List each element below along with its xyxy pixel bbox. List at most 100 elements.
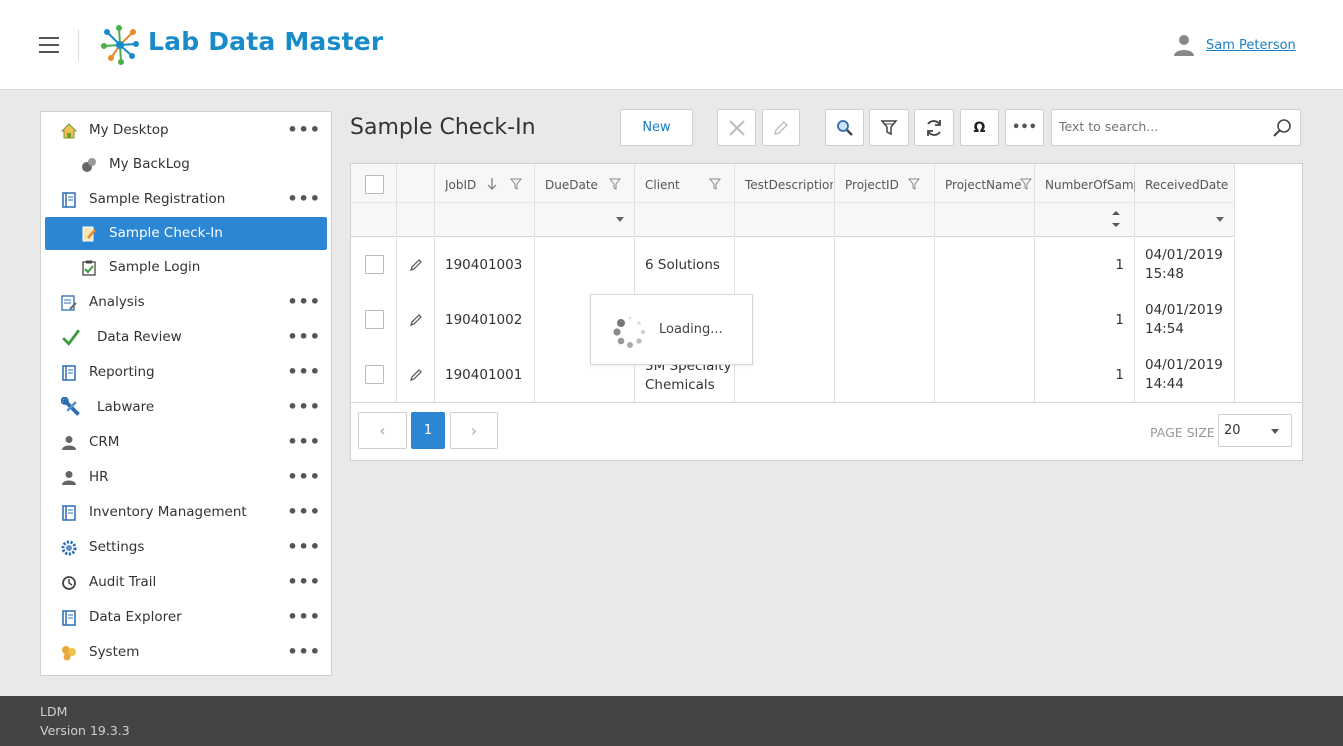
table-row[interactable]: 190401001 3M Specialty Chemicals 1 04/01… xyxy=(351,348,1235,403)
search-box xyxy=(1051,109,1301,146)
current-page-button[interactable]: 1 xyxy=(411,412,445,449)
filter-icon xyxy=(880,119,898,135)
sidebar-item-data-review[interactable]: Data Review ••• xyxy=(45,321,327,354)
more-actions-button[interactable]: ••• xyxy=(1005,109,1044,146)
special-chars-button[interactable]: Ω xyxy=(960,109,999,146)
sidebar-item-system[interactable]: System ••• xyxy=(45,636,327,669)
table-row[interactable]: 190401002 1 04/01/2019 14:54 xyxy=(351,293,1235,348)
table-row[interactable]: 190401003 6 Solutions 1 04/01/2019 15:48 xyxy=(351,238,1235,293)
sidebar-item-audit-trail[interactable]: Audit Trail ••• xyxy=(45,566,327,599)
column-label: DueDate xyxy=(545,178,598,192)
close-icon xyxy=(728,119,745,136)
user-name-link[interactable]: Sam Peterson xyxy=(1206,38,1296,53)
sidebar-item-label: HR xyxy=(89,469,109,485)
column-header-jobid[interactable]: JobID xyxy=(435,164,535,237)
select-all-column xyxy=(351,164,397,237)
sort-desc-icon[interactable] xyxy=(486,178,498,190)
magnifier-icon xyxy=(836,119,853,136)
received-time-cell: 14:54 xyxy=(1145,321,1184,337)
filter-row-divider xyxy=(1035,202,1134,203)
column-header-client[interactable]: Client xyxy=(635,164,735,237)
column-filter-icon[interactable] xyxy=(510,178,522,190)
more-menu-icon[interactable]: ••• xyxy=(287,397,321,416)
column-header-testdescription[interactable]: TestDescription xyxy=(735,164,835,237)
column-filter-icon[interactable] xyxy=(1020,178,1032,190)
app-footer: LDM Version 19.3.3 xyxy=(0,696,1343,746)
row-checkbox[interactable] xyxy=(365,365,384,384)
row-checkbox[interactable] xyxy=(365,310,384,329)
sidebar-item-sample-login[interactable]: Sample Login xyxy=(45,251,327,284)
column-filter-icon[interactable] xyxy=(908,178,920,190)
sidebar-item-my-desktop[interactable]: My Desktop ••• xyxy=(45,114,327,147)
date-filter-dropdown-icon[interactable] xyxy=(616,217,624,222)
column-header-duedate[interactable]: DueDate xyxy=(535,164,635,237)
sidebar-item-crm[interactable]: CRM ••• xyxy=(45,426,327,459)
clipboard-check-icon xyxy=(82,260,96,276)
more-menu-icon[interactable]: ••• xyxy=(287,642,321,661)
more-menu-icon[interactable]: ••• xyxy=(287,120,321,139)
row-checkbox[interactable] xyxy=(365,255,384,274)
column-header-projectid[interactable]: ProjectID xyxy=(835,164,935,237)
more-menu-icon[interactable]: ••• xyxy=(287,467,321,486)
new-button[interactable]: New xyxy=(620,109,693,146)
column-filter-icon[interactable] xyxy=(709,178,721,190)
select-all-checkbox[interactable] xyxy=(365,175,384,194)
filter-row-divider xyxy=(1135,202,1234,203)
sidebar-item-labware[interactable]: Labware ••• xyxy=(45,391,327,424)
sidebar-item-reporting[interactable]: Reporting ••• xyxy=(45,356,327,389)
sidebar-item-hr[interactable]: HR ••• xyxy=(45,461,327,494)
column-header-receiveddate[interactable]: ReceivedDate xyxy=(1135,164,1235,237)
checkin-icon xyxy=(82,226,96,242)
sidebar-item-sample-registration[interactable]: Sample Registration ••• xyxy=(45,183,327,216)
app-header: Lab Data Master Sam Peterson xyxy=(0,0,1343,90)
date-filter-dropdown-icon[interactable] xyxy=(1216,217,1224,222)
sidebar-item-inventory-management[interactable]: Inventory Management ••• xyxy=(45,496,327,529)
page-size-value: 20 xyxy=(1224,423,1241,438)
more-menu-icon[interactable]: ••• xyxy=(287,327,321,346)
sidebar-item-label: Sample Registration xyxy=(89,191,226,207)
filter-row-divider xyxy=(351,202,396,203)
received-date-cell: 04/01/2019 xyxy=(1145,357,1223,373)
received-date-cell: 04/01/2019 xyxy=(1145,302,1223,318)
column-header-numberofsamples[interactable]: NumberOfSampl xyxy=(1035,164,1135,237)
more-menu-icon[interactable]: ••• xyxy=(287,502,321,521)
sidebar-item-analysis[interactable]: Analysis ••• xyxy=(45,286,327,319)
more-menu-icon[interactable]: ••• xyxy=(287,572,321,591)
delete-button[interactable] xyxy=(717,109,756,146)
logo-icon xyxy=(101,25,139,65)
more-menu-icon[interactable]: ••• xyxy=(287,189,321,208)
refresh-button[interactable] xyxy=(914,109,954,146)
hamburger-menu-icon[interactable] xyxy=(39,37,59,53)
pencil-icon[interactable] xyxy=(409,313,423,327)
search-button[interactable] xyxy=(825,109,864,146)
sidebar-item-my-backlog[interactable]: My BackLog xyxy=(45,148,327,181)
column-header-projectname[interactable]: ProjectName xyxy=(935,164,1035,237)
edit-button[interactable] xyxy=(762,109,800,146)
footer-version: Version 19.3.3 xyxy=(40,723,130,738)
pencil-icon[interactable] xyxy=(409,258,423,272)
grid-header-row: JobID DueDate Client TestDescription Pro… xyxy=(351,164,1235,237)
next-page-button[interactable]: › xyxy=(450,412,498,449)
more-menu-icon[interactable]: ••• xyxy=(287,537,321,556)
more-menu-icon[interactable]: ••• xyxy=(287,362,321,381)
received-date-cell: 04/01/2019 xyxy=(1145,247,1223,263)
filter-button[interactable] xyxy=(869,109,909,146)
search-icon[interactable] xyxy=(1272,118,1292,138)
more-menu-icon[interactable]: ••• xyxy=(287,432,321,451)
column-filter-icon[interactable] xyxy=(609,178,621,190)
sidebar-item-settings[interactable]: Settings ••• xyxy=(45,531,327,564)
sidebar-item-data-explorer[interactable]: Data Explorer ••• xyxy=(45,601,327,634)
sidebar-item-sample-check-in[interactable]: Sample Check-In xyxy=(45,217,327,250)
pencil-icon[interactable] xyxy=(409,368,423,382)
search-input[interactable] xyxy=(1059,119,1259,134)
number-spinner-icon[interactable] xyxy=(1111,208,1121,230)
data-grid: JobID DueDate Client TestDescription Pro… xyxy=(350,163,1303,461)
gear-icon xyxy=(61,540,77,556)
more-menu-icon[interactable]: ••• xyxy=(287,292,321,311)
prev-page-button[interactable]: ‹ xyxy=(358,412,407,449)
column-label: Client xyxy=(645,178,680,192)
page-size-select[interactable]: 20 xyxy=(1218,414,1292,447)
more-menu-icon[interactable]: ••• xyxy=(287,607,321,626)
book-icon xyxy=(62,610,76,626)
client-cell: 6 Solutions xyxy=(645,257,720,273)
